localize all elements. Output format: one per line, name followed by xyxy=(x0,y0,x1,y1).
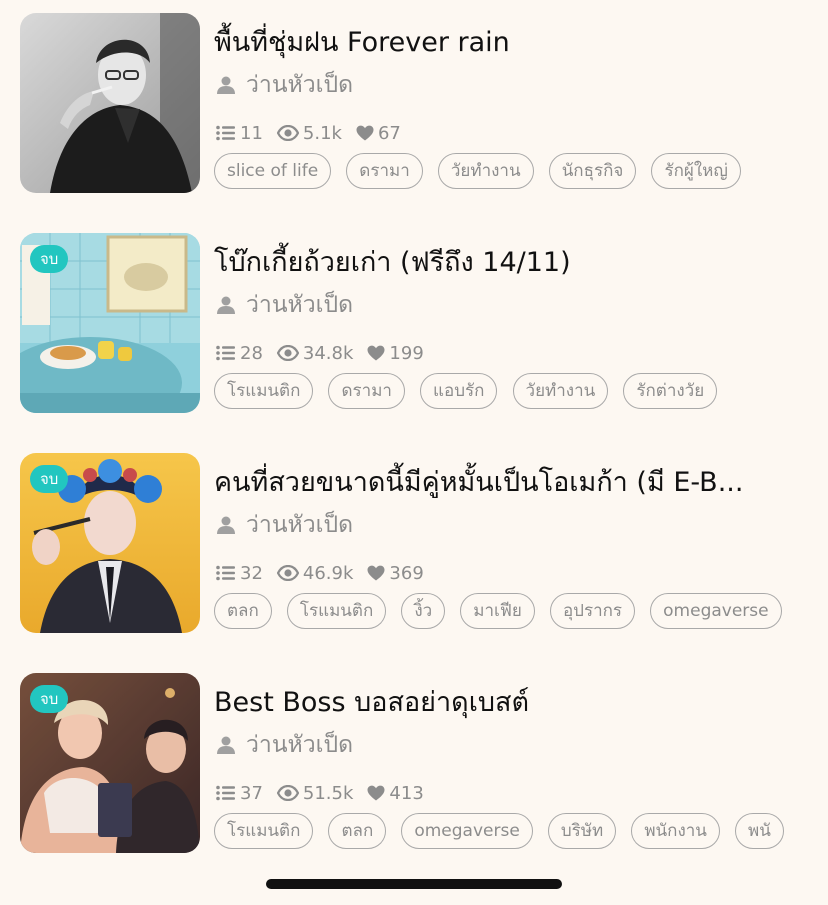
eye-icon xyxy=(276,125,299,141)
author-name: ว่านหัวเป็ด xyxy=(246,512,354,538)
tag-chip[interactable]: ดรามา xyxy=(346,153,423,189)
novel-title[interactable]: คนที่สวยขนาดนี้มีคู่หมั้นเป็นโอเมก้า (มี… xyxy=(214,461,774,505)
heart-icon xyxy=(367,565,385,581)
heart-icon xyxy=(356,125,374,141)
person-icon xyxy=(217,76,235,94)
novel-stats: 28 34.8k 199 xyxy=(216,339,438,367)
author-row[interactable]: ว่านหัวเป็ด xyxy=(216,507,353,543)
novel-list-item[interactable]: จบ คนที่สวยขนาดนี้มีคู่หมั้นเป็นโอเมก้า … xyxy=(20,453,828,633)
novel-cover[interactable]: จบ xyxy=(20,233,200,413)
tag-chip[interactable]: บริษัท xyxy=(547,813,617,849)
tag-chip[interactable]: วัยทำงาน xyxy=(437,153,534,189)
view-count: 5.1k xyxy=(276,122,342,144)
novel-cover[interactable] xyxy=(20,13,200,193)
like-count: 199 xyxy=(367,342,424,364)
author-row[interactable]: ว่านหัวเป็ด xyxy=(216,67,353,103)
novel-cover[interactable]: จบ xyxy=(20,673,200,853)
completed-badge: จบ xyxy=(30,685,69,713)
view-count-value: 51.5k xyxy=(302,782,354,804)
completed-badge: จบ xyxy=(30,245,69,273)
completed-badge: จบ xyxy=(30,465,69,493)
tag-chip[interactable]: โรแมนติก xyxy=(214,813,314,849)
chapter-count-value: 28 xyxy=(240,342,263,364)
novel-cover[interactable]: จบ xyxy=(20,453,200,633)
person-icon xyxy=(217,296,235,314)
eye-icon xyxy=(276,785,299,801)
cover-illustration-man-in-black-shirt xyxy=(20,13,200,193)
tag-chip[interactable]: โรแมนติก xyxy=(286,593,387,629)
tag-chip[interactable]: แอบรัก xyxy=(420,373,498,409)
tag-chip[interactable]: มาเฟีย xyxy=(460,593,535,629)
list-icon xyxy=(216,345,235,361)
chapter-count-value: 32 xyxy=(240,562,263,584)
chapter-count: 28 xyxy=(216,343,263,364)
view-count-value: 34.8k xyxy=(302,342,354,364)
tag-chip[interactable]: omegaverse xyxy=(401,813,533,849)
author-row[interactable]: ว่านหัวเป็ด xyxy=(216,287,353,323)
eye-icon xyxy=(276,345,299,361)
list-icon xyxy=(216,785,235,801)
tag-list: โรแมนติก ตลก omegaverse บริษัท พนักงาน พ… xyxy=(214,813,788,851)
tag-chip[interactable]: ตลก xyxy=(328,813,387,849)
view-count-value: 5.1k xyxy=(302,122,342,144)
tag-chip[interactable]: รักผู้ใหญ่ xyxy=(651,153,741,189)
novel-stats: 11 5.1k 67 xyxy=(216,119,415,147)
like-count-value: 369 xyxy=(389,562,424,584)
chapter-count-value: 37 xyxy=(240,782,263,804)
tag-chip[interactable]: อุปรากร xyxy=(549,593,636,629)
eye-icon xyxy=(276,565,299,581)
heart-icon xyxy=(367,785,385,801)
chapter-count: 32 xyxy=(216,563,263,584)
view-count: 51.5k xyxy=(276,782,354,804)
author-row[interactable]: ว่านหัวเป็ด xyxy=(216,727,353,763)
tag-chip[interactable]: พนั xyxy=(735,813,784,849)
view-count: 34.8k xyxy=(276,342,354,364)
tag-chip[interactable]: นักธุรกิจ xyxy=(548,153,637,189)
tag-chip[interactable]: ตลก xyxy=(214,593,272,629)
like-count-value: 413 xyxy=(389,782,424,804)
novel-list-item[interactable]: พื้นที่ชุ่มฝน Forever rain ว่านหัวเป็ด 1… xyxy=(20,13,828,193)
like-count-value: 199 xyxy=(389,342,424,364)
person-icon xyxy=(217,516,235,534)
novel-title[interactable]: Best Boss บอสอย่าดุเบสต์ xyxy=(214,681,774,725)
like-count-value: 67 xyxy=(377,122,401,144)
like-count: 67 xyxy=(356,123,401,144)
like-count: 413 xyxy=(367,782,424,804)
tag-chip[interactable]: โรแมนติก xyxy=(214,373,314,409)
novel-title[interactable]: พื้นที่ชุ่มฝน Forever rain xyxy=(214,21,774,65)
person-icon xyxy=(217,736,235,754)
novel-stats: 37 51.5k 413 xyxy=(216,779,438,807)
novel-stats: 32 46.9k 369 xyxy=(216,559,438,587)
tag-list: ตลก โรแมนติก งิ้ว มาเฟีย อุปรากร omegave… xyxy=(214,593,788,631)
novel-list-item[interactable]: จบ โบ๊กเกี้ยถ้วยเก่า (ฟรีถึง 14/11) ว่าน… xyxy=(20,233,828,413)
tag-chip[interactable]: พนักงาน xyxy=(631,813,720,849)
list-icon xyxy=(216,125,235,141)
chapter-count: 11 xyxy=(216,123,263,144)
tag-chip[interactable]: งิ้ว xyxy=(401,593,446,629)
view-count: 46.9k xyxy=(276,562,354,584)
heart-icon xyxy=(367,345,385,361)
novel-list-item[interactable]: จบ Best Boss บอสอย่าดุเบสต์ ว่านหัวเป็ด … xyxy=(20,673,828,853)
tag-list: โรแมนติก ดรามา แอบรัก วัยทำงาน รักต่างวั… xyxy=(214,373,788,411)
tag-chip[interactable]: รักต่างวัย xyxy=(623,373,718,409)
tag-list: slice of life ดรามา วัยทำงาน นักธุรกิจ ร… xyxy=(214,153,788,191)
tag-chip[interactable]: slice of life xyxy=(214,153,332,189)
author-name: ว่านหัวเป็ด xyxy=(246,732,354,758)
list-icon xyxy=(216,565,235,581)
tag-chip[interactable]: ดรามา xyxy=(328,373,405,409)
novel-title[interactable]: โบ๊กเกี้ยถ้วยเก่า (ฟรีถึง 14/11) xyxy=(214,241,774,285)
view-count-value: 46.9k xyxy=(302,562,354,584)
tag-chip[interactable]: omegaverse xyxy=(650,593,782,629)
author-name: ว่านหัวเป็ด xyxy=(246,292,354,318)
tag-chip[interactable]: วัยทำงาน xyxy=(512,373,609,409)
author-name: ว่านหัวเป็ด xyxy=(246,72,354,98)
home-indicator[interactable] xyxy=(266,879,562,889)
like-count: 369 xyxy=(367,562,424,584)
chapter-count: 37 xyxy=(216,783,263,804)
chapter-count-value: 11 xyxy=(240,122,263,144)
novel-list-screen: พื้นที่ชุ่มฝน Forever rain ว่านหัวเป็ด 1… xyxy=(0,0,828,905)
